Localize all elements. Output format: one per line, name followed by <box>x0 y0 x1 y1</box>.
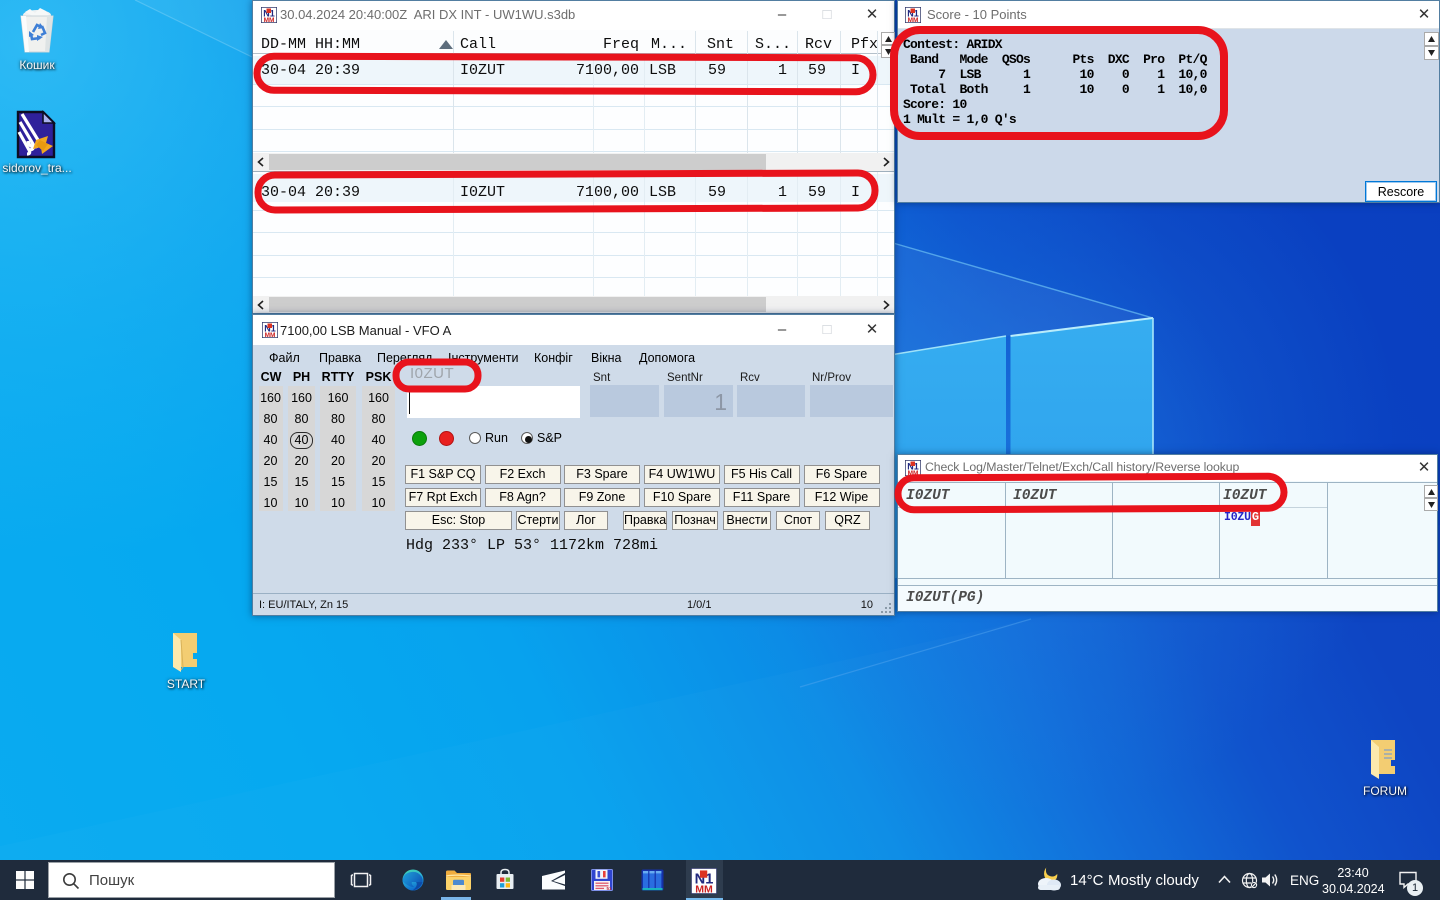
svg-text:MM: MM <box>695 883 713 894</box>
svg-text:51: 51 <box>607 886 613 891</box>
